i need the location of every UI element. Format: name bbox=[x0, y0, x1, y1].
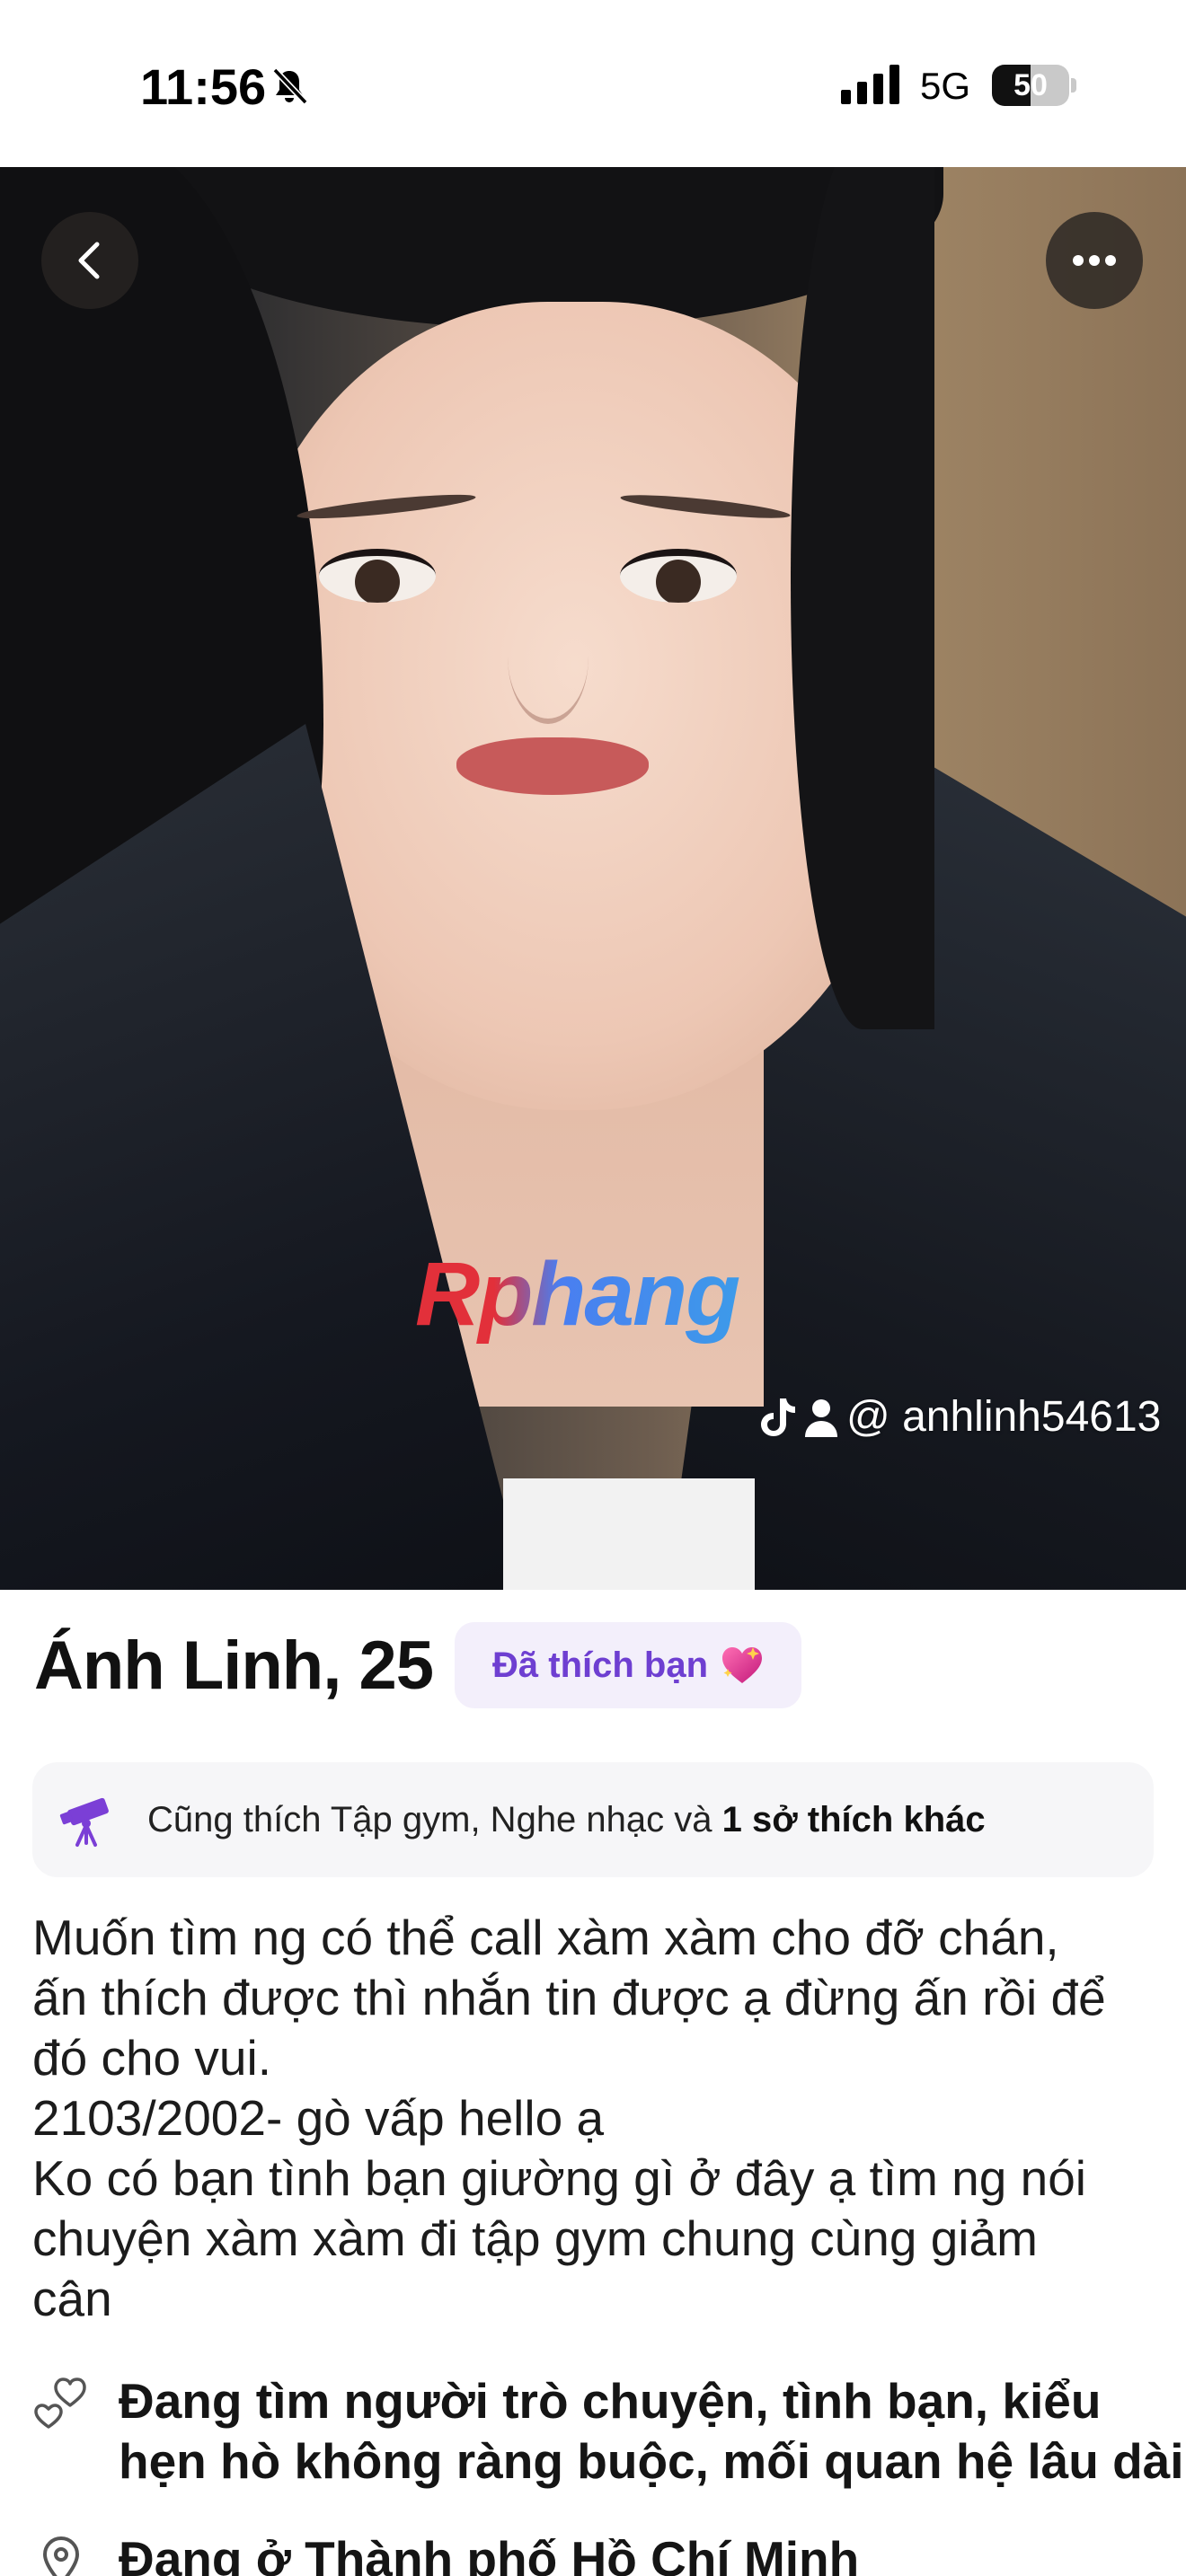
bio-line: đó cho vui. bbox=[32, 2030, 272, 2086]
bio-line: 2103/2002- gò vấp hello ạ bbox=[32, 2090, 605, 2146]
location-text: Đang ở Thành phố Hồ Chí Minh bbox=[119, 2529, 859, 2576]
looking-for-line: hẹn hò không ràng buộc, mối quan hệ lâu … bbox=[119, 2433, 1184, 2489]
bio-line: Muốn tìm ng có thể call xàm xàm cho đỡ c… bbox=[32, 1910, 1059, 1965]
bio-line: cân bbox=[32, 2271, 112, 2326]
profile-bio: Muốn tìm ng có thể call xàm xàm cho đỡ c… bbox=[32, 1908, 1155, 2329]
liked-you-text: Đã thích bạn bbox=[492, 1645, 709, 1685]
shared-interests-text: Cũng thích Tập gym, Nghe nhạc và 1 sở th… bbox=[147, 1800, 986, 1840]
hearts-outline-icon bbox=[34, 2378, 86, 2429]
chevron-left-icon bbox=[78, 242, 100, 279]
bio-line: chuyện xàm xàm đi tập gym chung cùng giả… bbox=[32, 2210, 1038, 2266]
liked-you-badge: Đã thích bạn bbox=[455, 1622, 802, 1708]
bio-line: Ko có bạn tình bạn giường gì ở đây ạ tìm… bbox=[32, 2150, 1087, 2206]
battery-percent: 50 bbox=[1013, 68, 1048, 102]
sparkling-heart-icon bbox=[722, 1647, 763, 1683]
network-type: 5G bbox=[920, 65, 971, 107]
status-time: 11:56 bbox=[140, 58, 267, 115]
status-bar: 11:56 5G 50 bbox=[0, 0, 1186, 167]
profile-page: 11:56 5G 50 Rphang @ anhlinh54613 Ánh Li… bbox=[0, 0, 1186, 2576]
person-icon bbox=[805, 1398, 837, 1437]
tiktok-handle: @ anhlinh54613 bbox=[846, 1393, 1162, 1441]
telescope-icon bbox=[59, 1797, 109, 1847]
back-button[interactable] bbox=[41, 212, 138, 309]
interests-more-count: 1 sở thích khác bbox=[721, 1799, 986, 1839]
watermark-logo: Rphang bbox=[415, 1243, 774, 1346]
battery-icon: 50 bbox=[992, 65, 1078, 106]
lips bbox=[456, 737, 649, 795]
more-options-button[interactable] bbox=[1046, 212, 1143, 309]
location-line: Đang ở Thành phố Hồ Chí Minh bbox=[119, 2531, 860, 2576]
bell-muted-icon bbox=[272, 67, 308, 105]
shared-interests-card[interactable]: Cũng thích Tập gym, Nghe nhạc và 1 sở th… bbox=[32, 1762, 1154, 1877]
name-row: Ánh Linh, 25 Đã thích bạn bbox=[34, 1622, 802, 1708]
tiktok-handle-tag: @ anhlinh54613 bbox=[760, 1392, 1161, 1442]
cellular-signal-icon bbox=[841, 65, 899, 104]
profile-photo[interactable]: Rphang @ anhlinh54613 bbox=[0, 167, 1186, 1590]
looking-for-text: Đang tìm người trò chuyện, tình bạn, kiể… bbox=[119, 2371, 1184, 2492]
ellipsis-icon bbox=[1073, 255, 1116, 266]
looking-for-line: Đang tìm người trò chuyện, tình bạn, kiể… bbox=[119, 2373, 1102, 2429]
bio-line: ấn thích được thì nhắn tin được ạ đừng ấ… bbox=[32, 1970, 1106, 2025]
tiktok-icon bbox=[761, 1398, 795, 1436]
profile-name-age: Ánh Linh, 25 bbox=[34, 1627, 434, 1704]
location-pin-icon bbox=[42, 2536, 80, 2576]
looking-for-row: Đang tìm người trò chuyện, tình bạn, kiể… bbox=[32, 2371, 1184, 2492]
location-row: Đang ở Thành phố Hồ Chí Minh bbox=[32, 2529, 1164, 2576]
interests-prefix: Cũng thích Tập gym, Nghe nhạc và bbox=[147, 1799, 722, 1839]
